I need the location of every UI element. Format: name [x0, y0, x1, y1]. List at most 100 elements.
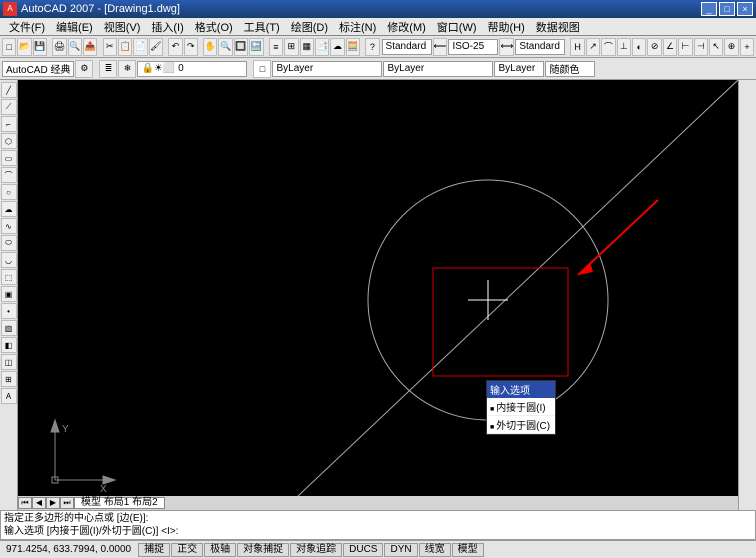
xline-icon[interactable]: ⟋ [1, 99, 17, 115]
model-tab[interactable]: 模型 布局1 布局2 [74, 497, 165, 509]
dimord-icon[interactable]: ⊥ [617, 38, 631, 56]
print-icon[interactable]: 🖨 [52, 38, 66, 56]
zoom-icon[interactable]: 🔍 [218, 38, 232, 56]
spline-icon[interactable]: ∿ [1, 218, 17, 234]
tab-first-icon[interactable]: ⏮ [18, 497, 32, 509]
text-icon[interactable]: A [1, 388, 17, 404]
menu-draw[interactable]: 绘图(D) [286, 18, 333, 36]
layer-combo[interactable]: 🔒☀⬜ 0 [137, 61, 247, 77]
dimstyle-combo[interactable]: ISO-25 [448, 39, 498, 55]
region-icon[interactable]: ◫ [1, 354, 17, 370]
pan-icon[interactable]: ✋ [203, 38, 217, 56]
leader-icon[interactable]: ↖ [709, 38, 723, 56]
publish-icon[interactable]: 📤 [83, 38, 97, 56]
polyline-icon[interactable]: ⌐ [1, 116, 17, 132]
point-icon[interactable]: • [1, 303, 17, 319]
arc-icon[interactable]: ⌒ [1, 167, 17, 183]
redo-icon[interactable]: ↷ [184, 38, 198, 56]
dimalign-icon[interactable]: ↗ [586, 38, 600, 56]
plotstyle-combo[interactable]: 随颜色 [545, 61, 595, 77]
dim-icon[interactable]: ⟵ [433, 38, 448, 56]
undo-icon[interactable]: ↶ [168, 38, 182, 56]
tab-prev-icon[interactable]: ◀ [32, 497, 46, 509]
menu-file[interactable]: 文件(F) [4, 18, 50, 36]
dimbase-icon[interactable]: ⊢ [678, 38, 692, 56]
hatch-icon[interactable]: ▨ [1, 320, 17, 336]
workspace-combo[interactable]: AutoCAD 经典 [2, 61, 74, 77]
properties-icon[interactable]: ≡ [269, 38, 283, 56]
dimcont-icon[interactable]: ⊣ [694, 38, 708, 56]
snap-toggle[interactable]: 捕捉 [138, 543, 170, 557]
open-icon[interactable]: 📂 [17, 38, 31, 56]
command-line[interactable]: 指定正多边形的中心点或 [边(E)]: 输入选项 [内接于圆(I)/外切于圆(C… [0, 510, 756, 540]
copy-icon[interactable]: 📋 [118, 38, 132, 56]
block-icon[interactable]: ▣ [1, 286, 17, 302]
save-icon[interactable]: 💾 [33, 38, 47, 56]
dimdia-icon[interactable]: ⊘ [647, 38, 661, 56]
context-option-inscribed[interactable]: 内接于圆(I) [487, 398, 555, 416]
menu-edit[interactable]: 编辑(E) [51, 18, 98, 36]
dimrad-icon[interactable]: ◐ [632, 38, 646, 56]
toolpalettes-icon[interactable]: ▦ [300, 38, 314, 56]
layerfreeze-icon[interactable]: ❄ [118, 60, 136, 78]
tolerance-icon[interactable]: ⊕ [724, 38, 738, 56]
insert-icon[interactable]: ⬚ [1, 269, 17, 285]
paste-icon[interactable]: 📄 [133, 38, 147, 56]
colorbox-icon[interactable]: □ [253, 60, 271, 78]
dim2-icon[interactable]: ⟷ [499, 38, 514, 56]
help-icon[interactable]: ? [365, 38, 379, 56]
workspace-settings-icon[interactable]: ⚙ [75, 60, 93, 78]
centermark-icon[interactable]: + [740, 38, 754, 56]
otrack-toggle[interactable]: 对象追踪 [290, 543, 342, 557]
drawing-canvas[interactable]: X Y 输入选项 内接于圆(I) 外切于圆(C) [18, 80, 738, 496]
polygon-icon[interactable]: ⬡ [1, 133, 17, 149]
layerprop-icon[interactable]: ≣ [99, 60, 117, 78]
osnap-toggle[interactable]: 对象捕捉 [237, 543, 289, 557]
cut-icon[interactable]: ✂ [103, 38, 117, 56]
minimize-button[interactable]: _ [701, 2, 717, 16]
color-combo[interactable]: ByLayer [272, 61, 382, 77]
model-toggle[interactable]: 模型 [452, 543, 484, 557]
ellipsearc-icon[interactable]: ◡ [1, 252, 17, 268]
dyn-toggle[interactable]: DYN [384, 543, 417, 557]
gradient-icon[interactable]: ◧ [1, 337, 17, 353]
textstyle-combo[interactable]: Standard [382, 39, 432, 55]
menu-tools[interactable]: 工具(T) [239, 18, 285, 36]
linetype-combo[interactable]: ByLayer [383, 61, 493, 77]
preview-icon[interactable]: 🔍 [68, 38, 82, 56]
menu-insert[interactable]: 插入(I) [146, 18, 188, 36]
tab-next-icon[interactable]: ▶ [46, 497, 60, 509]
menu-modify[interactable]: 修改(M) [382, 18, 431, 36]
tab-last-icon[interactable]: ⏭ [60, 497, 74, 509]
menu-view[interactable]: 视图(V) [99, 18, 146, 36]
ortho-toggle[interactable]: 正交 [171, 543, 203, 557]
zoomwin-icon[interactable]: 🔲 [234, 38, 248, 56]
tablestyle-combo[interactable]: Standard [515, 39, 565, 55]
close-button[interactable]: × [737, 2, 753, 16]
context-option-circumscribed[interactable]: 外切于圆(C) [487, 416, 555, 434]
lineweight-combo[interactable]: ByLayer [494, 61, 544, 77]
menu-format[interactable]: 格式(O) [190, 18, 238, 36]
sheetset-icon[interactable]: 📑 [315, 38, 329, 56]
ellipse-icon[interactable]: ⬭ [1, 235, 17, 251]
menu-dimension[interactable]: 标注(N) [334, 18, 381, 36]
dimlinear-icon[interactable]: H [570, 38, 584, 56]
revcloud-icon[interactable]: ☁ [1, 201, 17, 217]
dimarc-icon[interactable]: ⌒ [601, 38, 615, 56]
lwt-toggle[interactable]: 线宽 [419, 543, 451, 557]
ducs-toggle[interactable]: DUCS [343, 543, 383, 557]
circle-icon[interactable]: ○ [1, 184, 17, 200]
calc-icon[interactable]: 🧮 [346, 38, 360, 56]
polar-toggle[interactable]: 极轴 [204, 543, 236, 557]
zoomprev-icon[interactable]: 🔙 [249, 38, 263, 56]
menu-dataview[interactable]: 数据视图 [531, 18, 585, 36]
menu-help[interactable]: 帮助(H) [483, 18, 530, 36]
table-icon[interactable]: ⊞ [1, 371, 17, 387]
designcenter-icon[interactable]: ⊞ [284, 38, 298, 56]
markup-icon[interactable]: ☁ [330, 38, 344, 56]
rectangle-icon[interactable]: ▭ [1, 150, 17, 166]
maximize-button[interactable]: □ [719, 2, 735, 16]
menu-window[interactable]: 窗口(W) [432, 18, 482, 36]
dimang-icon[interactable]: ∠ [663, 38, 677, 56]
line-icon[interactable]: ╱ [1, 82, 17, 98]
